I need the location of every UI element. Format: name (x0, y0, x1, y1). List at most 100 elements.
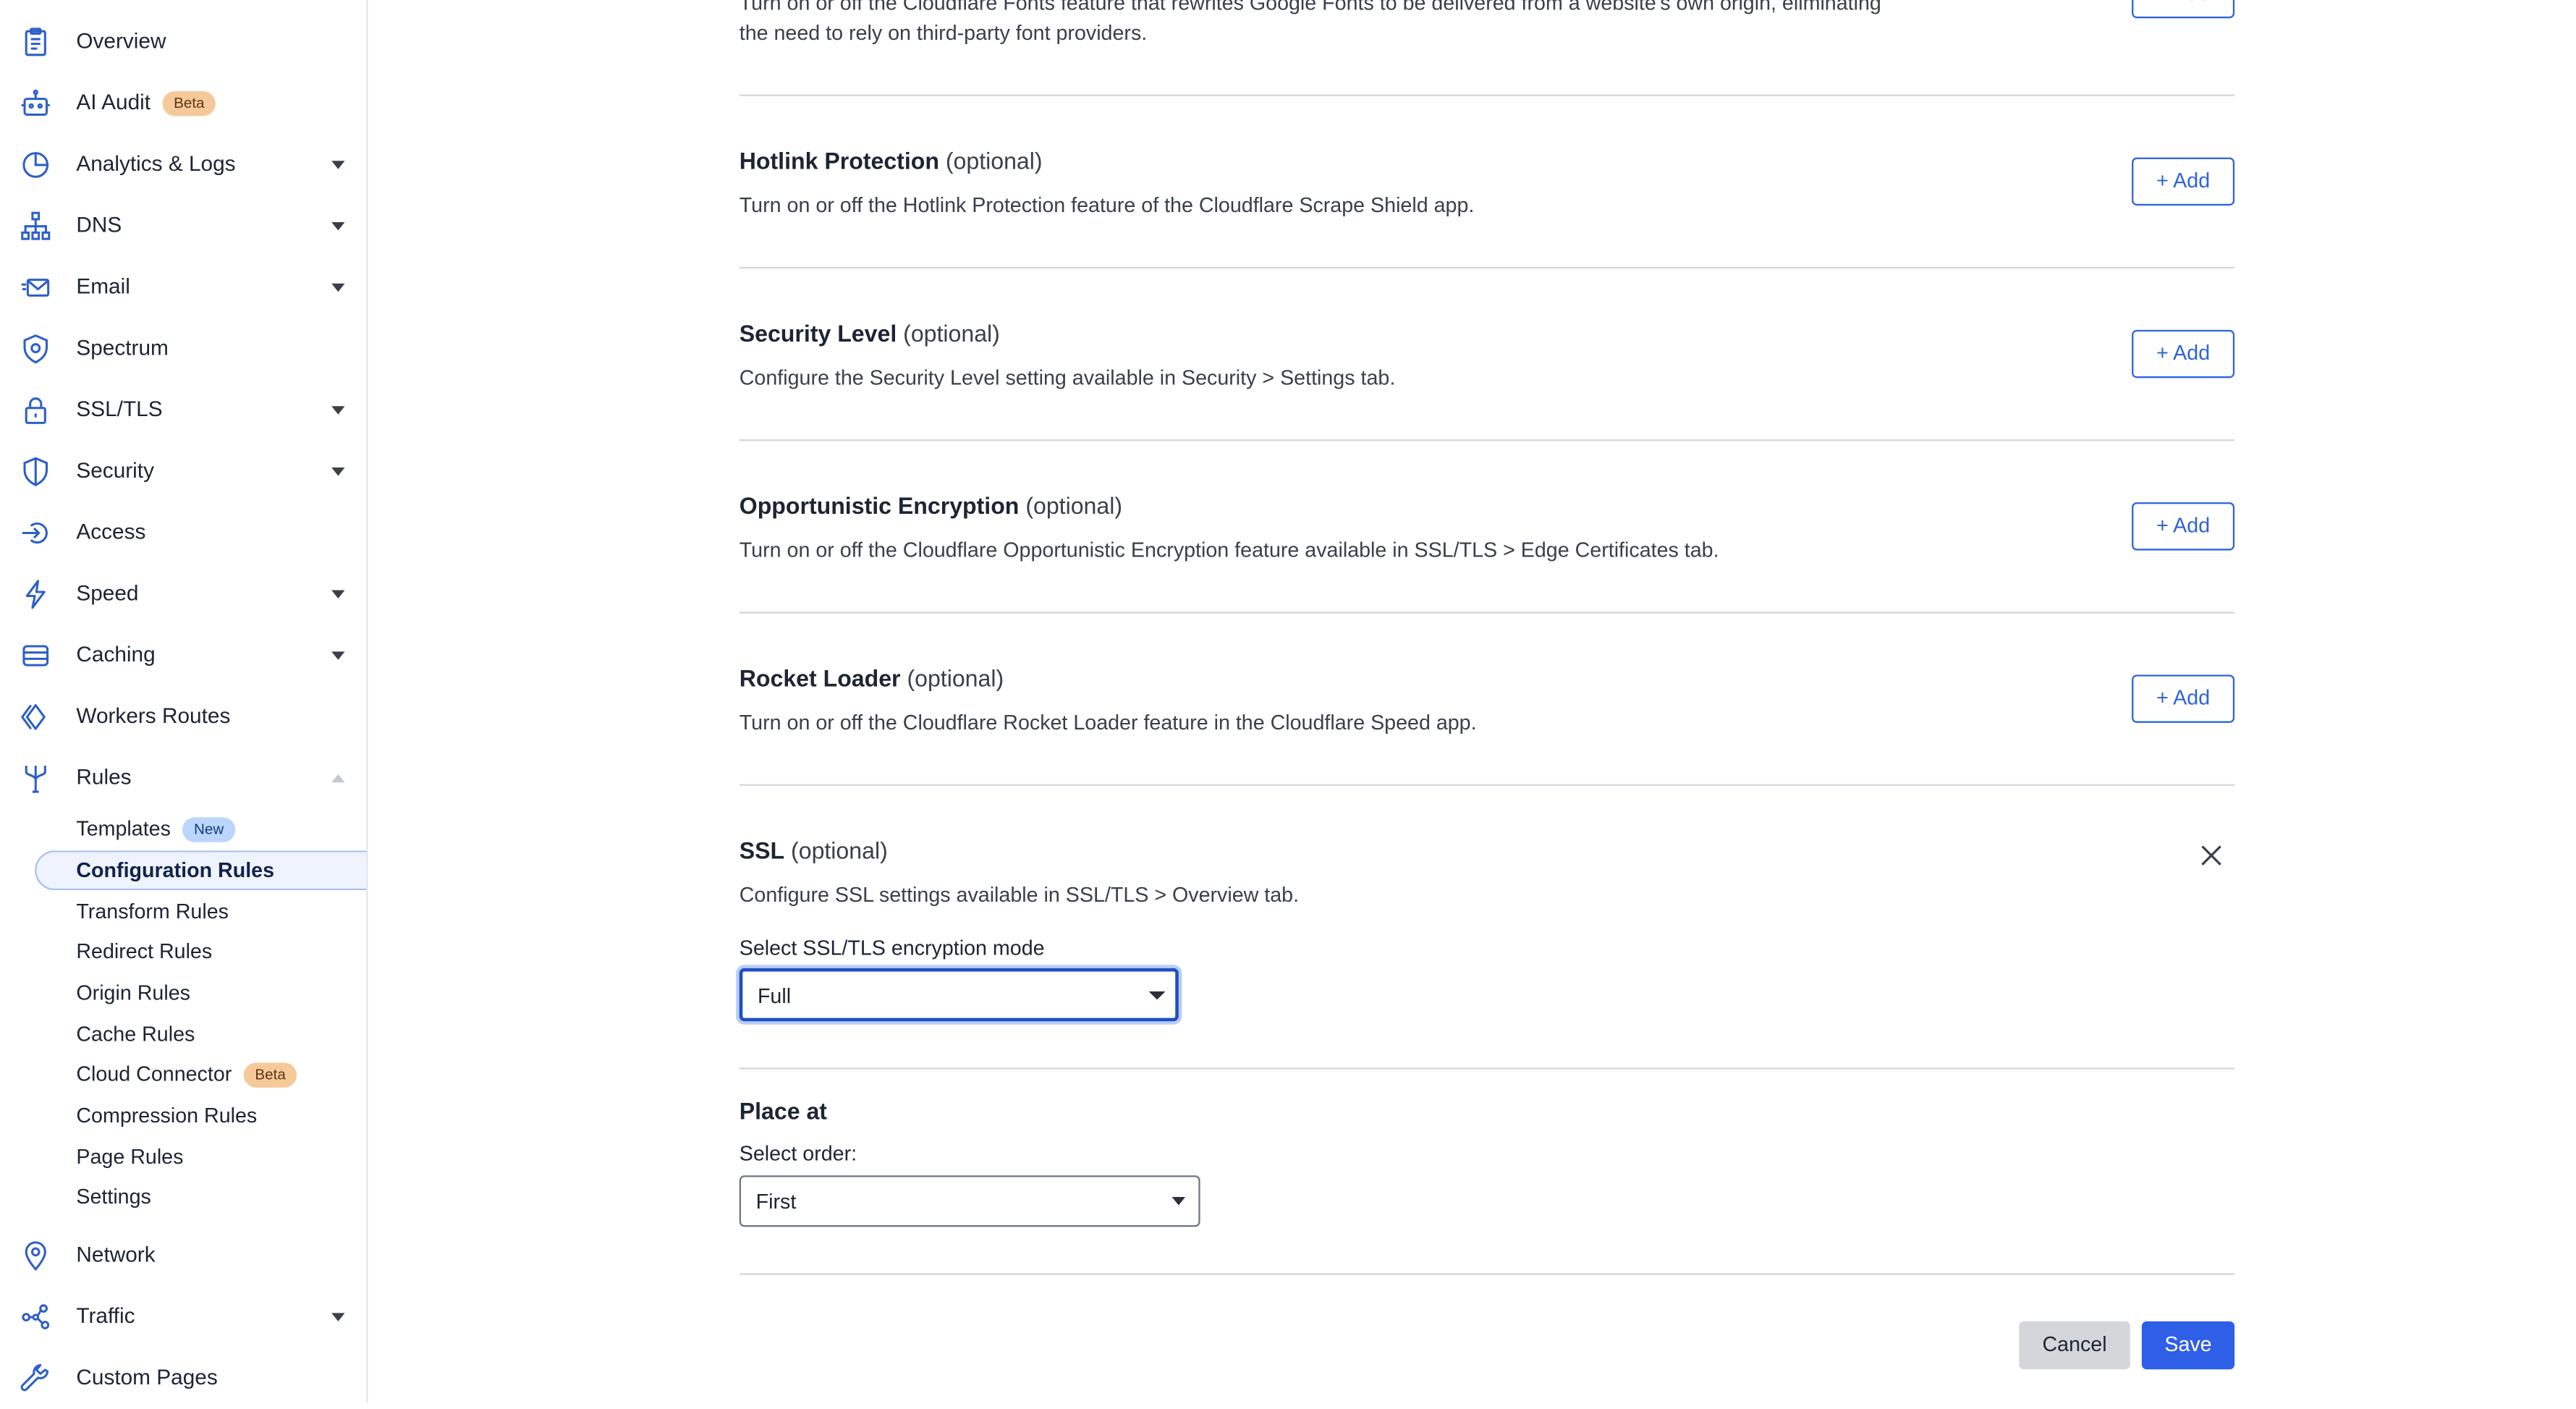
sidebar-item-label: Custom Pages (76, 1364, 218, 1389)
add-security-level-button[interactable]: + Add (2132, 329, 2235, 378)
sidebar-subitem-label: Compression Rules (76, 1104, 258, 1127)
add-hotlink-protection-button[interactable]: + Add (2132, 157, 2235, 206)
divider (739, 1273, 2235, 1275)
sidebar-subitem-label: Cache Rules (76, 1023, 195, 1046)
sidebar-item-label: Security (76, 457, 154, 483)
sidebar-item-workers-routes[interactable]: Workers Routes (0, 686, 366, 748)
section-title-security-level: Security Level (optional) (739, 320, 1000, 347)
storage-icon (20, 640, 51, 672)
sidebar-item-dns[interactable]: DNS (0, 195, 366, 257)
sidebar-item-rules[interactable]: Rules (0, 748, 366, 809)
sidebar-subitem-settings[interactable]: Settings (35, 1177, 366, 1217)
chevron-down-icon[interactable] (331, 651, 345, 660)
sidebar-item-spectrum[interactable]: Spectrum (0, 318, 366, 380)
section-title-opportunistic-encryption: Opportunistic Encryption (optional) (739, 492, 1123, 520)
divider (739, 94, 2235, 96)
sidebar-subitem-cloud-connector[interactable]: Cloud Connector Beta (35, 1054, 366, 1094)
sidebar-subitem-compression-rules[interactable]: Compression Rules (35, 1096, 366, 1135)
sidebar-item-label: DNS (76, 212, 122, 237)
fonts-description-line1: Turn on or off the Cloudflare Fonts feat… (739, 0, 1881, 15)
divider (739, 1067, 2235, 1070)
chevron-down-icon[interactable] (331, 1313, 345, 1321)
new-badge: New (182, 817, 236, 842)
sidebar-subitem-page-rules[interactable]: Page Rules (35, 1138, 366, 1177)
chevron-down-icon[interactable] (331, 406, 345, 415)
sidebar-item-label: AI Audit (76, 89, 151, 115)
wrench-icon (20, 1363, 51, 1395)
section-title-hotlink-protection: Hotlink Protection (optional) (739, 147, 1043, 174)
network-tree-icon (20, 211, 51, 242)
divider (739, 784, 2235, 786)
chevron-down-icon[interactable] (331, 283, 345, 292)
add-opportunistic-encryption-button[interactable]: + Add (2132, 502, 2235, 551)
email-icon (20, 272, 51, 304)
ssl-mode-value: Full (757, 984, 792, 1008)
sidebar-item-analytics-logs[interactable]: Analytics & Logs (0, 135, 366, 196)
lock-icon (20, 394, 51, 426)
pie-chart-icon (20, 149, 51, 181)
add-fonts-button[interactable]: + Add (2132, 0, 2235, 19)
sidebar-subitem-label: Configuration Rules (76, 858, 275, 882)
sidebar: Overview AI Audit Beta Analytics & Logs D… (0, 0, 368, 1403)
shield-icon (20, 456, 51, 488)
order-select[interactable]: First (739, 1175, 1200, 1227)
sidebar-subitem-redirect-rules[interactable]: Redirect Rules (35, 931, 366, 971)
beta-badge: Beta (162, 90, 216, 117)
sidebar-item-access[interactable]: Access (0, 502, 366, 564)
save-button[interactable]: Save (2141, 1321, 2235, 1370)
section-description: Configure SSL settings available in SSL/… (739, 884, 1300, 907)
sidebar-subitem-transform-rules[interactable]: Transform Rules (35, 892, 366, 932)
sidebar-item-label: Overview (76, 27, 166, 54)
sidebar-item-network[interactable]: Network (0, 1225, 366, 1287)
section-description: Turn on or off the Hotlink Protection fe… (739, 194, 1475, 218)
sidebar-item-ssl-tls[interactable]: SSL/TLS (0, 380, 366, 441)
sidebar-item-label: Network (76, 1241, 156, 1267)
chevron-up-icon[interactable] (331, 774, 345, 783)
sidebar-subitem-label: Settings (76, 1185, 151, 1209)
order-value: First (755, 1190, 797, 1214)
sidebar-subitem-label: Transform Rules (76, 900, 229, 924)
sidebar-subitem-configuration-rules[interactable]: Configuration Rules (35, 850, 367, 891)
order-label: Select order: (739, 1142, 857, 1166)
location-pin-icon (20, 1240, 51, 1272)
chevron-down-icon[interactable] (331, 467, 345, 476)
sidebar-item-email[interactable]: Email (0, 257, 366, 318)
sidebar-item-label: Email (76, 273, 130, 299)
sidebar-subitem-cache-rules[interactable]: Cache Rules (35, 1015, 366, 1054)
section-title-ssl: SSL (optional) (739, 837, 888, 864)
chevron-down-icon[interactable] (331, 221, 345, 231)
chevron-down-icon (1148, 991, 1166, 1000)
sidebar-item-custom-pages[interactable]: Custom Pages (0, 1348, 366, 1409)
sidebar-item-speed[interactable]: Speed (0, 564, 366, 625)
sidebar-item-ai-audit[interactable]: AI Audit Beta (0, 73, 366, 135)
sidebar-subitem-origin-rules[interactable]: Origin Rules (35, 973, 366, 1013)
add-rocket-loader-button[interactable]: + Add (2132, 674, 2235, 723)
chevron-down-icon[interactable] (331, 590, 345, 599)
sidebar-item-label: Rules (76, 764, 132, 790)
sidebar-subitem-label: Origin Rules (76, 981, 190, 1005)
sidebar-item-traffic[interactable]: Traffic (0, 1287, 366, 1348)
sidebar-item-label: Workers Routes (76, 703, 231, 728)
cancel-button[interactable]: Cancel (2019, 1321, 2130, 1370)
sidebar-subitem-label: Cloud Connector (76, 1062, 232, 1086)
clipboard-icon (20, 27, 51, 59)
sidebar-subitem-templates[interactable]: Templates New (35, 809, 366, 849)
beta-badge: Beta (243, 1062, 297, 1088)
sidebar-item-caching[interactable]: Caching (0, 625, 366, 687)
chevron-down-icon[interactable] (331, 161, 345, 169)
sidebar-item-security[interactable]: Security (0, 441, 366, 502)
sidebar-item-overview[interactable]: Overview (0, 12, 366, 73)
ssl-mode-select[interactable]: Full (739, 968, 1179, 1022)
divider (739, 612, 2235, 614)
divider (739, 439, 2235, 441)
robot-icon (20, 88, 51, 119)
sidebar-item-label: Analytics & Logs (76, 151, 236, 176)
place-at-title: Place at (739, 1097, 828, 1125)
section-title-rocket-loader: Rocket Loader (optional) (739, 664, 1004, 692)
sidebar-item-label: Caching (76, 641, 156, 667)
ssl-mode-label: Select SSL/TLS encryption mode (739, 936, 1045, 960)
close-icon[interactable] (2198, 842, 2225, 869)
fonts-description-line2: the need to rely on third-party font pro… (739, 21, 1148, 45)
shield-gear-icon (20, 333, 51, 365)
sidebar-item-label: Speed (76, 580, 139, 606)
